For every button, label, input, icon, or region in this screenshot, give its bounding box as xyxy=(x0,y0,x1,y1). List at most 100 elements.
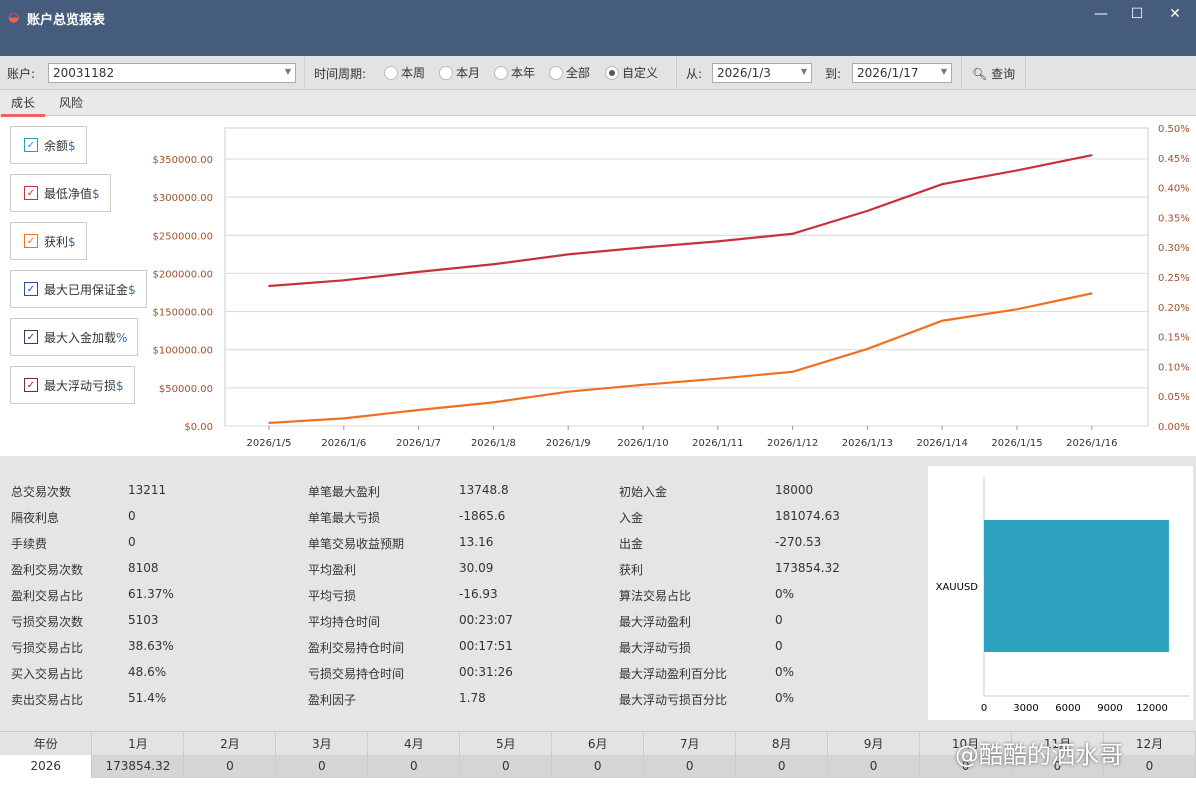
data-point xyxy=(717,240,719,243)
data-point xyxy=(791,232,794,235)
maximize-button[interactable]: ☐ xyxy=(1122,6,1152,22)
stat-value: 8108 xyxy=(128,561,159,575)
data-point xyxy=(1091,154,1093,156)
bar-x-tick-label: 9000 xyxy=(1097,703,1122,714)
title-bar: ◒ 账户总览报表 — ☐ ✕ xyxy=(0,0,1196,56)
stat-label: 单笔交易收益预期 xyxy=(308,537,405,551)
stat-label: 算法交易占比 xyxy=(619,589,692,603)
close-button[interactable]: ✕ xyxy=(1160,6,1190,22)
stat-label: 盈利交易占比 xyxy=(11,589,84,603)
chevron-down-icon: ▼ xyxy=(284,67,291,76)
from-date-picker[interactable]: 2026/1/3 ▼ xyxy=(712,63,812,83)
column-header: 6月 xyxy=(551,731,645,755)
column-header: 1月 xyxy=(91,731,185,755)
bar-x-tick-label: 0 xyxy=(981,703,987,714)
y-tick-label: $350000.00 xyxy=(153,155,213,166)
stat-value: 0 xyxy=(128,535,136,549)
table-cell[interactable]: 0 xyxy=(183,754,277,778)
period-radio-3[interactable]: 全部 xyxy=(549,64,590,81)
table-cell[interactable]: 0 xyxy=(735,754,829,778)
table-cell[interactable]: 0 xyxy=(827,754,921,778)
from-date-value: 2026/1/3 xyxy=(717,66,771,80)
table-cell[interactable]: 0 xyxy=(459,754,553,778)
stat-label: 盈利交易持仓时间 xyxy=(308,641,405,655)
stat-label: 单笔最大亏损 xyxy=(308,511,381,525)
table-cell[interactable]: 0 xyxy=(275,754,369,778)
x-tick-label: 2026/1/9 xyxy=(546,438,591,449)
column-header: 4月 xyxy=(367,731,461,755)
period-radio-label: 本月 xyxy=(456,66,481,80)
period-radio-2[interactable]: 本年 xyxy=(494,64,535,81)
stat-label: 初始入金 xyxy=(619,485,668,499)
from-label: 从: xyxy=(686,67,703,81)
stat-value: 0 xyxy=(775,613,783,627)
to-date-picker[interactable]: 2026/1/17 ▼ xyxy=(852,63,952,83)
tab-growth[interactable]: 成长 xyxy=(0,94,46,117)
period-radio-0[interactable]: 本周 xyxy=(384,64,425,81)
period-radio-4[interactable]: 自定义 xyxy=(605,64,658,81)
period-radio-1[interactable]: 本月 xyxy=(439,64,480,81)
stat-label: 出金 xyxy=(619,537,644,551)
data-point xyxy=(1016,169,1018,172)
stat-label: 手续费 xyxy=(11,537,48,551)
data-point xyxy=(417,409,420,411)
x-tick-label: 2026/1/6 xyxy=(321,438,366,449)
query-button[interactable]: 🔍︎ 查询 xyxy=(972,65,1015,82)
bar xyxy=(984,520,1169,652)
stat-value: 00:17:51 xyxy=(459,639,513,653)
stat-value: 13211 xyxy=(128,483,167,497)
y2-tick-label: 0.40% xyxy=(1158,184,1190,195)
toolbar: 账户: 20031182 ▼ 时间周期: 本周 本月 本年 全部 自定义 从: 2026/… xyxy=(0,56,1196,90)
minimize-button[interactable]: — xyxy=(1086,6,1116,22)
table-cell[interactable]: 0 xyxy=(643,754,737,778)
stat-value: 5103 xyxy=(128,613,159,627)
period-radio-label: 全部 xyxy=(566,66,591,80)
stat-value: -1865.6 xyxy=(459,509,506,523)
table-cell[interactable]: 173854.32 xyxy=(91,754,185,778)
data-point xyxy=(941,319,943,322)
tab-risk[interactable]: 风险 xyxy=(59,94,83,111)
bar-category-label: XAUUSD xyxy=(936,582,979,593)
stat-label: 买入交易占比 xyxy=(11,667,84,681)
data-point xyxy=(343,279,345,282)
stat-label: 亏损交易占比 xyxy=(11,641,84,655)
stat-value: 00:31:26 xyxy=(459,665,513,679)
radio-circle xyxy=(549,65,563,80)
period-label: 时间周期: xyxy=(314,67,367,81)
stat-value: 38.63% xyxy=(128,639,174,653)
stat-label: 最大浮动亏损 xyxy=(619,641,692,655)
table-cell[interactable]: 0 xyxy=(367,754,461,778)
to-label: 到: xyxy=(825,67,842,81)
table-cell[interactable]: 0 xyxy=(551,754,645,778)
stat-value: 00:23:07 xyxy=(459,613,513,627)
x-tick-label: 2026/1/14 xyxy=(917,438,968,449)
x-tick-label: 2026/1/7 xyxy=(396,438,441,449)
stat-value: 0% xyxy=(775,691,795,705)
stat-label: 平均盈利 xyxy=(308,563,357,577)
stat-label: 亏损交易持仓时间 xyxy=(308,667,405,681)
data-point xyxy=(492,263,495,266)
data-point xyxy=(866,348,869,350)
app-logo-icon: ◒ xyxy=(8,10,20,25)
data-point xyxy=(642,384,644,386)
account-label: 账户: xyxy=(7,67,36,81)
y2-tick-label: 0.35% xyxy=(1158,213,1190,224)
stat-label: 最大浮动盈利百分比 xyxy=(619,667,728,681)
table-cell[interactable]: 2026 xyxy=(0,754,93,778)
to-date-value: 2026/1/17 xyxy=(857,66,919,80)
x-tick-label: 2026/1/8 xyxy=(471,438,516,449)
y2-tick-label: 0.15% xyxy=(1158,333,1190,344)
x-tick-label: 2026/1/13 xyxy=(842,438,893,449)
chevron-down-icon: ▼ xyxy=(940,67,947,76)
y-tick-label: $100000.00 xyxy=(153,346,213,357)
data-point xyxy=(492,401,495,404)
search-icon: 🔍︎ xyxy=(972,67,988,81)
radio-circle xyxy=(494,65,508,80)
period-radio-label: 自定义 xyxy=(622,66,659,80)
bar-x-tick-label: 6000 xyxy=(1055,703,1080,714)
account-select[interactable]: 20031182 ▼ xyxy=(48,63,296,83)
x-tick-label: 2026/1/10 xyxy=(617,438,668,449)
stat-value: 48.6% xyxy=(128,665,167,679)
stat-value: 30.09 xyxy=(459,561,494,575)
data-point xyxy=(417,271,420,273)
